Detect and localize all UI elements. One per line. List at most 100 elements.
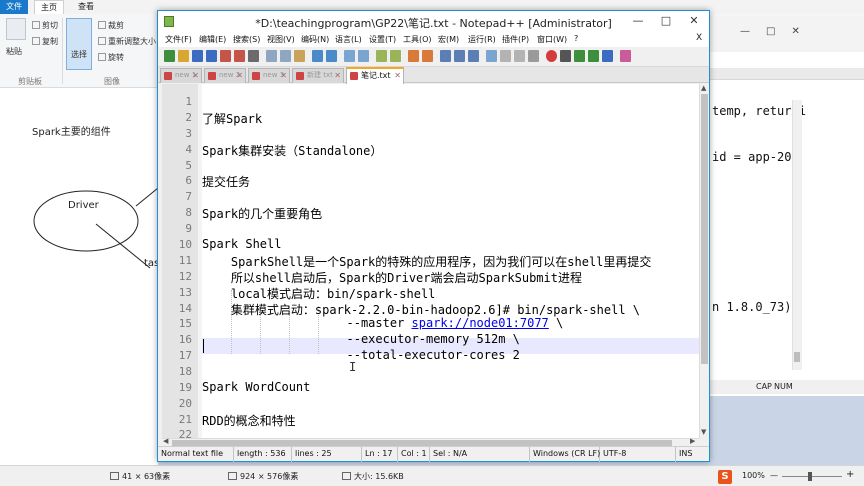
tab-new-txt[interactable]: 新建 txt ✕ xyxy=(292,68,344,83)
menu-encoding[interactable]: 编码(N) xyxy=(301,34,329,45)
paint-tab-view[interactable]: 查看 xyxy=(72,0,100,14)
zoom-in-button[interactable]: + xyxy=(846,469,854,480)
tab-close-icon[interactable]: ✕ xyxy=(334,69,341,82)
save-all-icon[interactable] xyxy=(206,50,217,62)
horizontal-scrollbar[interactable]: ◀ ▶ xyxy=(162,437,699,446)
master-url-link[interactable]: spark://node01:7077 xyxy=(412,316,549,330)
tab-close-icon[interactable]: ✕ xyxy=(280,69,287,82)
tab-new-1[interactable]: new 1 ✕ xyxy=(160,68,202,83)
code-line: 所以shell启动后，Spark的Driver端会启动SparkSubmit进程 xyxy=(202,271,582,285)
tab-close-icon[interactable]: ✕ xyxy=(394,69,401,82)
record-macro-icon[interactable] xyxy=(546,50,557,62)
scroll-right-icon[interactable]: ▶ xyxy=(690,437,695,445)
code-line: Spark集群安装（Standalone） xyxy=(202,144,383,158)
scroll-down-icon[interactable]: ▼ xyxy=(701,428,706,436)
minimize-button[interactable]: — xyxy=(624,11,652,31)
paint-tab-home[interactable]: 主页 xyxy=(34,0,64,14)
scroll-left-icon[interactable]: ◀ xyxy=(163,437,168,445)
undo-icon[interactable] xyxy=(312,50,323,62)
indent-guide-icon[interactable] xyxy=(468,50,479,62)
scroll-up-icon[interactable]: ▲ xyxy=(701,84,706,92)
menu-language[interactable]: 语言(L) xyxy=(335,34,362,45)
background-window-controls[interactable]: —□✕ xyxy=(740,26,816,37)
zoom-slider[interactable] xyxy=(782,476,842,477)
menu-macro[interactable]: 宏(M) xyxy=(438,34,459,45)
copy-button[interactable]: 复制 xyxy=(32,36,58,47)
select-button[interactable]: 选择 xyxy=(66,18,92,70)
zoom-slider-thumb[interactable] xyxy=(808,472,812,481)
crop-button[interactable]: 裁剪 xyxy=(98,20,124,31)
zoom-out-button[interactable]: — xyxy=(770,471,778,480)
background-scrollbar-thumb[interactable] xyxy=(794,352,800,362)
replace-icon[interactable] xyxy=(358,50,369,62)
find-icon[interactable] xyxy=(344,50,355,62)
menu-search[interactable]: 搜索(S) xyxy=(233,34,260,45)
lang-icon[interactable] xyxy=(486,50,497,62)
rotate-button[interactable]: 旋转 xyxy=(98,52,124,63)
word-wrap-icon[interactable] xyxy=(440,50,451,62)
run-multiple-icon[interactable] xyxy=(588,50,599,62)
menu-settings[interactable]: 设置(T) xyxy=(369,34,396,45)
background-text-line: n 1.8.0_73) xyxy=(712,300,792,314)
zoom-in-icon[interactable] xyxy=(376,50,387,62)
vertical-scrollbar[interactable]: ▲ ▼ xyxy=(699,84,709,438)
tab-notes-txt[interactable]: 笔记.txt ✕ xyxy=(346,67,404,84)
code-line: RDD的概念和特性 xyxy=(202,414,296,428)
line-number: 10 xyxy=(178,238,192,251)
menu-help[interactable]: ? xyxy=(574,34,578,43)
close-all-icon[interactable] xyxy=(234,50,245,62)
stop-macro-icon[interactable] xyxy=(560,50,571,62)
copy-icon[interactable] xyxy=(280,50,291,62)
menu-file[interactable]: 文件(F) xyxy=(165,34,192,45)
redo-icon[interactable] xyxy=(326,50,337,62)
menu-plugins[interactable]: 插件(P) xyxy=(502,34,529,45)
tab-new-3[interactable]: new 3 ✕ xyxy=(248,68,290,83)
sync-vertical-icon[interactable] xyxy=(408,50,419,62)
background-scrollbar[interactable] xyxy=(792,100,802,370)
save-macro-icon[interactable] xyxy=(602,50,613,62)
print-icon[interactable] xyxy=(248,50,259,62)
scissors-icon xyxy=(32,21,40,29)
menu-view[interactable]: 视图(V) xyxy=(267,34,295,45)
folder-workspace-icon[interactable] xyxy=(528,50,539,62)
sync-horizontal-icon[interactable] xyxy=(422,50,433,62)
close-document-icon[interactable]: X xyxy=(696,33,702,43)
menu-edit[interactable]: 编辑(E) xyxy=(199,34,226,45)
play-macro-icon[interactable] xyxy=(574,50,585,62)
file-icon xyxy=(164,72,172,80)
cut-button[interactable]: 剪切 xyxy=(32,20,58,31)
resize-icon xyxy=(98,37,106,45)
menu-tools[interactable]: 工具(O) xyxy=(403,34,432,45)
notepad-titlebar[interactable]: *D:\teachingprogram\GP22\笔记.txt - Notepa… xyxy=(158,11,709,32)
maximize-button[interactable]: □ xyxy=(652,11,680,31)
resize-button[interactable]: 重新调整大小 xyxy=(98,36,156,47)
save-icon[interactable] xyxy=(192,50,203,62)
tab-close-icon[interactable]: ✕ xyxy=(236,69,243,82)
image-group-label: 图像 xyxy=(104,77,120,86)
zoom-out-icon[interactable] xyxy=(390,50,401,62)
paste-icon[interactable] xyxy=(6,18,26,40)
cut-icon[interactable] xyxy=(266,50,277,62)
open-file-icon[interactable] xyxy=(178,50,189,62)
menu-window[interactable]: 窗口(W) xyxy=(537,34,567,45)
paint-tab-file[interactable]: 文件 xyxy=(0,0,28,14)
code-line: --total-executor-cores 2 xyxy=(202,348,520,362)
show-all-chars-icon[interactable] xyxy=(454,50,465,62)
close-button[interactable]: ✕ xyxy=(680,11,708,31)
paint-canvas[interactable]: Spark主要的组件 Driver tas xyxy=(0,88,159,465)
spell-check-icon[interactable] xyxy=(620,50,631,62)
close-file-icon[interactable] xyxy=(220,50,231,62)
doc-map-icon[interactable] xyxy=(500,50,511,62)
line-number: 4 xyxy=(185,143,192,156)
vertical-scroll-thumb[interactable] xyxy=(701,94,708,364)
function-list-icon[interactable] xyxy=(514,50,525,62)
tab-close-icon[interactable]: ✕ xyxy=(192,69,199,82)
text-editor[interactable]: 1 2 3 4 5 6 7 8 9 10 11 12 13 14 15 16 1… xyxy=(162,84,699,438)
paste-button[interactable]: 粘贴 xyxy=(6,46,22,57)
paste-icon[interactable] xyxy=(294,50,305,62)
tab-new-2[interactable]: new 2 ✕ xyxy=(204,68,246,83)
menu-run[interactable]: 运行(R) xyxy=(468,34,496,45)
ime-icon[interactable]: S xyxy=(718,470,732,484)
rotate-label: 旋转 xyxy=(108,53,124,62)
new-file-icon[interactable] xyxy=(164,50,175,62)
